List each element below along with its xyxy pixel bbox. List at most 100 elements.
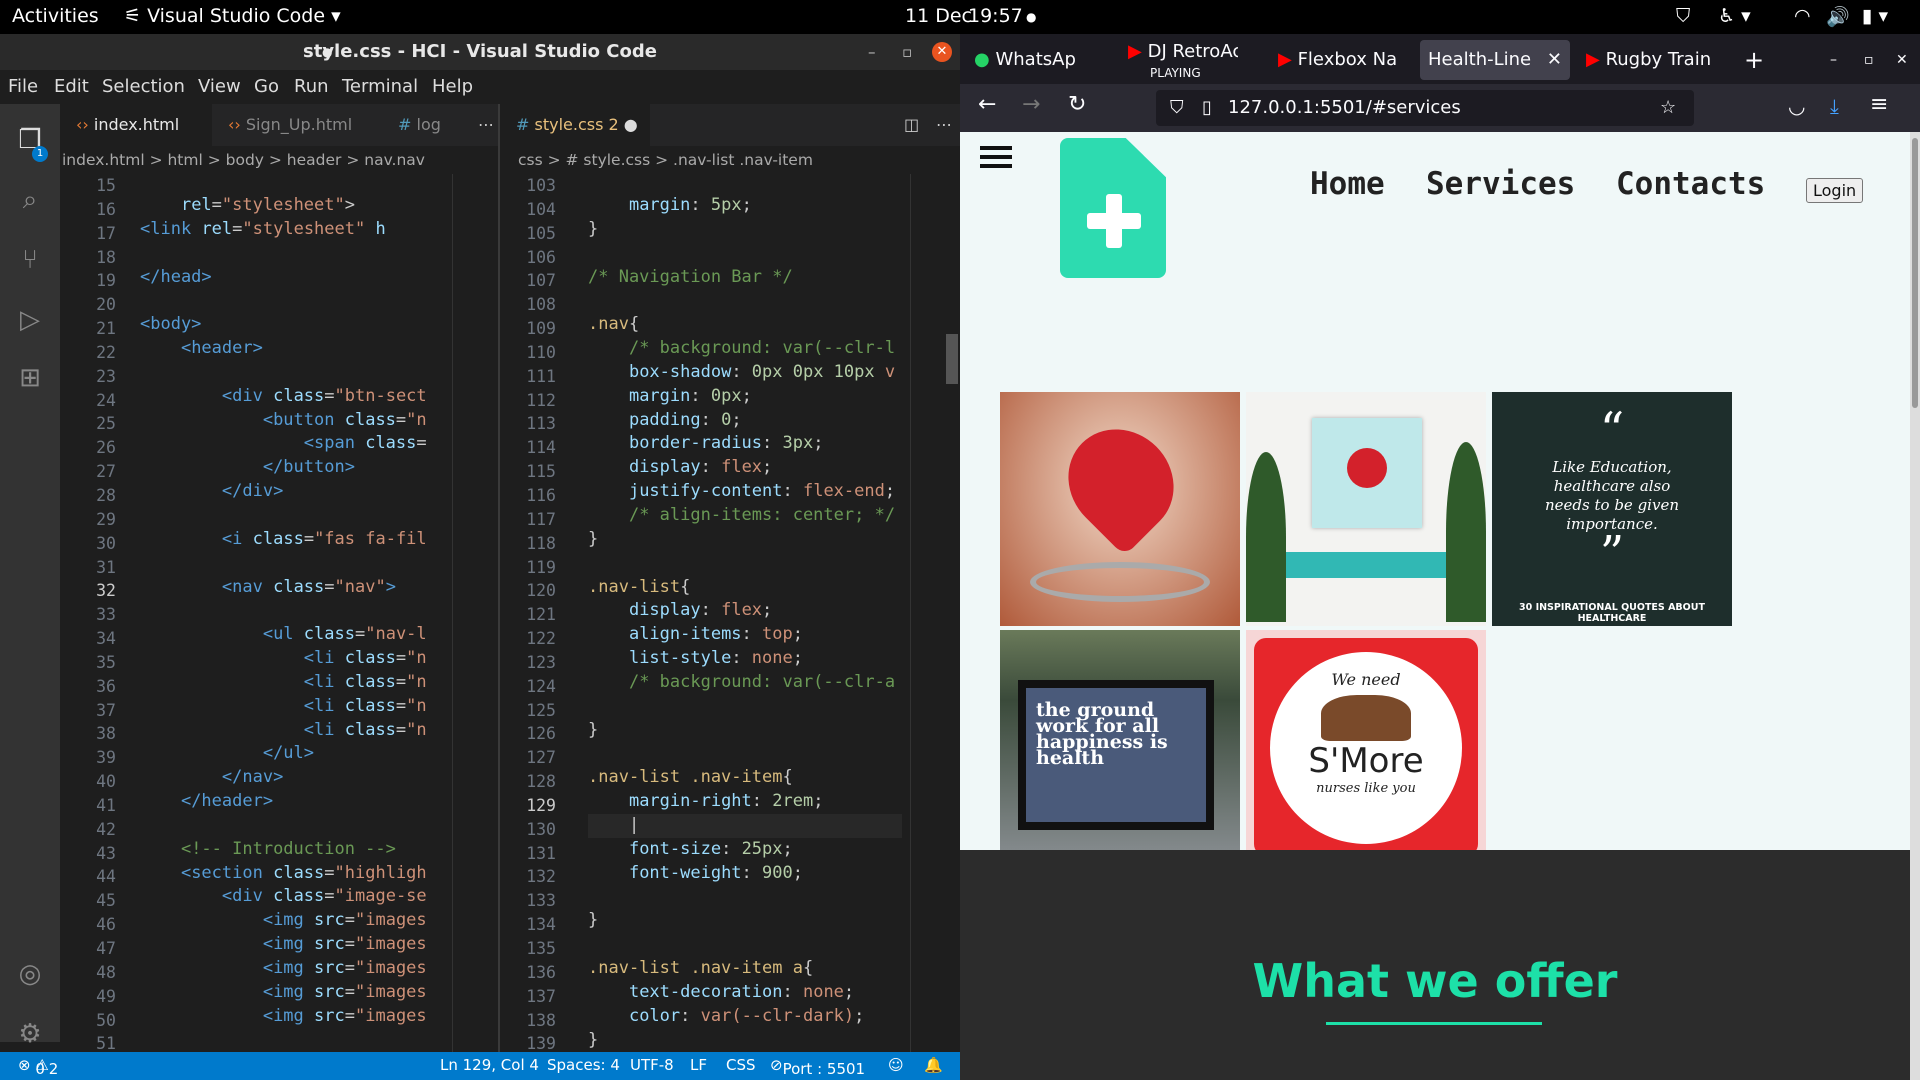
encoding[interactable]: UTF-8 [630,1056,674,1074]
wifi-icon[interactable]: ◠ [1794,5,1811,27]
split-editor-icon[interactable]: ◫ [888,104,918,146]
right-minimap[interactable] [910,174,946,1080]
tab-whatsapp[interactable]: ● WhatsApp [966,40,1076,80]
menu-hamburger-icon[interactable]: ≡ [1870,92,1888,117]
right-code-editor[interactable]: margin: 5px;} /* Navigation Bar */ .nav{… [588,174,902,1080]
close-button[interactable]: ✕ [932,42,952,62]
problems-indicator[interactable]: ⊗ 0 ⚠ 2 [18,1056,58,1078]
heart-frame-room-image [1246,392,1486,626]
hamburger-menu-icon[interactable] [980,146,1012,168]
menu-file[interactable]: File [8,76,38,97]
tab-flexbox[interactable]: ▶ Flexbox Na [1270,40,1400,80]
maximize-button[interactable]: ▫ [1856,40,1880,80]
menu-run[interactable]: Run [294,76,329,97]
account-icon[interactable]: ◎ [14,958,46,990]
cursor-position[interactable]: Ln 129, Col 4 [440,1056,539,1074]
settings-gear-icon[interactable]: ⚙ [14,1018,46,1050]
status-bar: ⊗ 0 ⚠ 2 Ln 129, Col 4 Spaces: 4 UTF-8 LF… [0,1052,960,1080]
more-tabs-icon[interactable]: ⋯ [462,104,500,146]
what-we-offer-section: What we offer [960,850,1910,1080]
bookmark-star-icon[interactable]: ☆ [1660,90,1676,126]
page-scrollbar[interactable] [1910,132,1920,1080]
pocket-icon[interactable]: ◡ [1788,94,1805,118]
tab-rugby[interactable]: ▶ Rugby Train [1578,40,1716,80]
line-number: 33 [96,605,116,625]
minimize-button[interactable]: – [1822,40,1846,80]
download-icon[interactable]: ⤓ [1830,94,1839,118]
live-server-port[interactable]: ⊘ Port : 5501 [770,1056,865,1078]
tab-index-html[interactable]: ‹› index.html [60,104,212,146]
left-code-editor[interactable]: rel="stylesheet"> <link rel="stylesheet" … [140,174,442,1080]
notifications-bell-icon[interactable]: 🔔 [924,1056,943,1074]
minimize-button[interactable]: – [868,34,876,70]
more-actions-icon[interactable]: ⋯ [920,104,956,146]
error-count: 0 [35,1060,45,1078]
source-control-icon[interactable]: ⑂ [14,244,46,276]
breadcrumb[interactable]: index.html > html > body > header > nav.… [60,146,500,174]
smore-bottom-text: nurses like you [1316,781,1416,796]
reload-icon[interactable]: ↻ [1068,92,1086,117]
date[interactable]: 11 Dec [905,5,972,27]
language-mode[interactable]: CSS [726,1056,756,1074]
indentation[interactable]: Spaces: 4 [547,1056,620,1074]
nav-link-home[interactable]: Home [1310,166,1385,202]
feedback-icon[interactable]: ☺ [888,1056,904,1074]
close-button[interactable]: ✕ [1888,40,1916,80]
line-number: 30 [96,533,116,553]
battery-icon[interactable]: ▮ ▾ [1862,5,1888,27]
forward-arrow-icon[interactable]: → [1022,92,1040,117]
close-tab-icon[interactable]: ✕ [1547,40,1562,80]
line-ending[interactable]: LF [690,1056,707,1074]
url-text[interactable]: 127.0.0.1:5501/#services [1228,90,1461,126]
right-editor-tabs: # style.css 2 ● ◫ ⋯ [500,104,960,146]
left-line-numbers: 15 16 17 18 19 20 21 22 23 24 25 26 27 28 29 30 31 32 33 34… [60,174,116,1056]
shield-icon[interactable]: ⛉ [1170,90,1184,126]
health-poster-image: the ground work for all happiness is hea… [1000,630,1240,864]
scroll-thumb[interactable] [1912,138,1918,408]
tab-log[interactable]: # log [382,104,462,146]
menu-go[interactable]: Go [254,76,279,97]
line-number: 24 [96,390,116,410]
extensions-icon[interactable]: ⊞ [14,362,46,394]
line-number: 47 [96,939,116,958]
breadcrumb[interactable]: css > # style.css > .nav-list .nav-item [518,146,948,174]
poster-text: the ground work for all happiness is hea… [1026,688,1206,822]
line-number: 25 [96,414,116,434]
tab-sign-up-html[interactable]: ‹› Sign_Up.html [212,104,382,146]
run-debug-icon[interactable]: ▷ [14,304,46,336]
login-button[interactable]: Login [1806,178,1864,203]
menu-help[interactable]: Help [432,76,473,97]
accessibility-icon[interactable]: ♿ ▾ [1718,5,1751,27]
tab-label: DJ RetroAc [1147,41,1238,62]
menu-terminal[interactable]: Terminal [342,76,418,97]
smore-nurses-image: We need S'More nurses like you [1246,630,1486,864]
editor-scrollbar[interactable] [946,334,958,384]
menu-selection[interactable]: Selection [102,76,185,97]
line-number: 137 [526,986,556,1006]
activities-button[interactable]: Activities [12,5,99,27]
menu-edit[interactable]: Edit [54,76,89,97]
url-bar[interactable]: ⛉ ▯ 127.0.0.1:5501/#services ☆ [1156,90,1694,126]
line-number: 121 [526,605,556,625]
new-tab-button[interactable]: + [1736,40,1766,80]
open-quote-icon: “ [1599,402,1625,458]
tab-label: Health-Line [1428,49,1532,70]
back-arrow-icon[interactable]: ← [978,92,996,117]
app-menu[interactable]: ⚟ Visual Studio Code ▾ [124,5,341,27]
left-minimap[interactable] [452,174,482,1080]
tab-dj-retro[interactable]: ▶ DJ RetroAc PLAYING [1120,40,1238,81]
page-icon[interactable]: ▯ [1202,90,1212,126]
tab-health-line[interactable]: Health-Line ✕ [1420,40,1570,80]
search-icon[interactable]: ⌕ [14,184,46,216]
tab-style-css[interactable]: # style.css 2 ● [500,104,650,146]
youtube-icon: ▶ [1278,49,1292,70]
shield-tray-icon[interactable]: ⛉ [1676,5,1690,27]
bench-shape [1276,552,1456,578]
nav-link-contacts[interactable]: Contacts [1616,166,1765,202]
volume-icon[interactable]: 🔊 [1826,5,1850,28]
menu-view[interactable]: View [198,76,241,97]
maximize-button[interactable]: ▫ [902,34,912,70]
clock[interactable]: 19:57 [968,5,1023,27]
line-number: 135 [526,939,556,958]
nav-link-services[interactable]: Services [1426,166,1575,202]
